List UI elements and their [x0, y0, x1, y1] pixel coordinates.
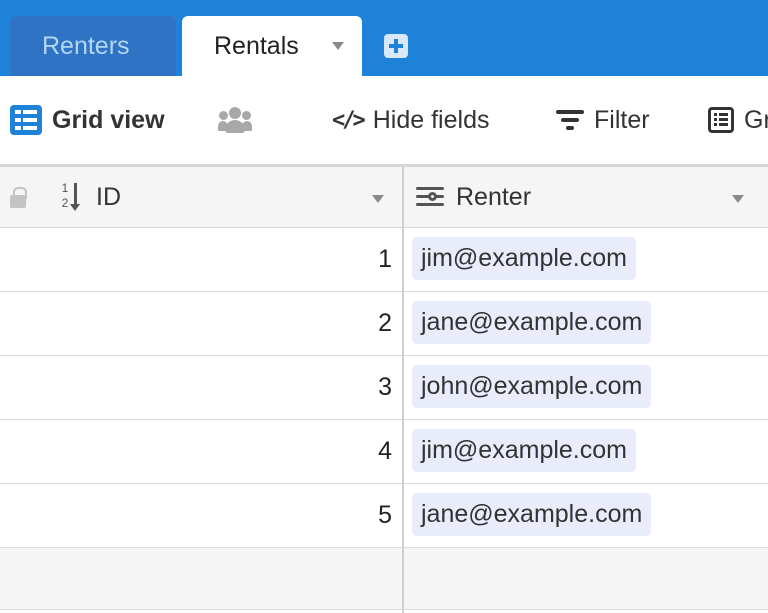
id-cell[interactable]: 1 [0, 228, 392, 291]
lock-icon [10, 187, 27, 208]
chevron-down-icon[interactable] [372, 195, 384, 203]
table-row[interactable]: 1 jim@example.com [0, 228, 768, 292]
filter-label: Filter [594, 105, 650, 134]
column-divider [402, 167, 404, 613]
renter-chip[interactable]: jim@example.com [412, 237, 636, 280]
id-cell[interactable]: 4 [0, 420, 392, 483]
link-field-icon [416, 185, 444, 209]
grid-view-icon [10, 105, 42, 135]
hide-fields-label: Hide fields [372, 105, 490, 134]
add-record-row[interactable] [0, 548, 768, 610]
column-header-id[interactable]: 1 2 ID [0, 167, 402, 228]
group-button[interactable]: Gr [708, 76, 768, 164]
records-grid: 1 2 ID Renter 1 jim@example.com 2 jane@e… [0, 164, 768, 613]
id-cell[interactable]: 5 [0, 484, 392, 547]
table-row[interactable]: 2 jane@example.com [0, 292, 768, 356]
column-header-id-label: ID [96, 183, 121, 211]
view-toolbar: Grid view </> Hide fields Filter Gr [0, 76, 768, 164]
table-row[interactable]: 4 jim@example.com [0, 420, 768, 484]
view-switcher-button[interactable]: Grid view [10, 76, 165, 164]
group-label: Gr [744, 105, 768, 134]
filter-button[interactable]: Filter [556, 76, 650, 164]
number-sort-icon: 1 2 [60, 181, 84, 215]
renter-chip[interactable]: jim@example.com [412, 429, 636, 472]
column-header-renter-label: Renter [456, 183, 532, 211]
add-tab-icon[interactable] [384, 34, 408, 58]
sort-icon-bottom: 2 [61, 196, 69, 210]
renter-chip[interactable]: john@example.com [412, 365, 652, 408]
group-icon [708, 107, 734, 133]
hide-fields-button[interactable]: </> Hide fields [332, 76, 489, 164]
id-cell[interactable]: 2 [0, 292, 392, 355]
renter-chip[interactable]: jane@example.com [412, 301, 652, 344]
filter-icon [556, 109, 584, 131]
chevron-down-icon[interactable] [332, 42, 344, 50]
hide-fields-icon: </> [332, 107, 366, 133]
collaborators-button[interactable] [218, 76, 252, 164]
tab-renters-label: Renters [42, 31, 130, 60]
tab-rentals[interactable]: Rentals [182, 16, 362, 76]
column-header-renter[interactable]: Renter [404, 167, 768, 228]
people-icon [218, 107, 252, 133]
tab-rentals-label: Rentals [214, 31, 299, 60]
grid-header-row: 1 2 ID Renter [0, 167, 768, 228]
tab-renters[interactable]: Renters [10, 16, 176, 76]
chevron-down-icon[interactable] [732, 195, 744, 203]
table-tab-bar: Renters Rentals [0, 0, 768, 76]
id-cell[interactable]: 3 [0, 356, 392, 419]
renter-chip[interactable]: jane@example.com [412, 493, 652, 536]
table-row[interactable]: 3 john@example.com [0, 356, 768, 420]
table-row[interactable]: 5 jane@example.com [0, 484, 768, 548]
sort-icon-top: 1 [61, 181, 69, 195]
view-name: Grid view [52, 105, 165, 134]
